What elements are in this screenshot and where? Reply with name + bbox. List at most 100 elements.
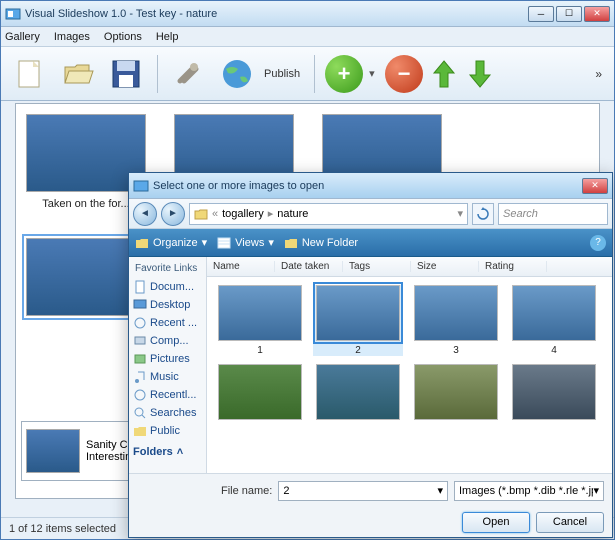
app-icon (5, 6, 21, 22)
window-controls: ─ ☐ ✕ (528, 6, 610, 22)
new-button[interactable] (9, 53, 51, 95)
add-button[interactable]: + (325, 55, 363, 93)
col-tags[interactable]: Tags (343, 261, 411, 272)
computer-icon (133, 334, 147, 348)
dialog-body: Favorite Links Docum... Desktop Recent .… (129, 257, 612, 473)
fav-public[interactable]: Public (133, 422, 202, 440)
toolbar-separator (314, 55, 315, 93)
remove-button[interactable]: − (385, 55, 423, 93)
dialog-title: Select one or more images to open (153, 180, 582, 192)
new-folder-button[interactable]: New Folder (284, 237, 358, 249)
refresh-button[interactable] (472, 203, 494, 225)
file-grid: 1 2 3 4 (207, 277, 612, 473)
maximize-button[interactable]: ☐ (556, 6, 582, 22)
search-placeholder: Search (503, 208, 538, 220)
pictures-icon (133, 352, 147, 366)
fav-pictures[interactable]: Pictures (133, 350, 202, 368)
dialog-nav: ◄ ► « togallery ▸ nature ▾ Search (129, 199, 612, 229)
status-text: 1 of 12 items selected (9, 523, 116, 535)
dialog-icon (133, 178, 149, 194)
folders-toggle[interactable]: Folders ˄ (133, 446, 202, 458)
dialog-toolbar: Organize ▾ Views ▾ New Folder ? (129, 229, 612, 257)
fav-desktop[interactable]: Desktop (133, 296, 202, 314)
fav-computer[interactable]: Comp... (133, 332, 202, 350)
dialog-action-row: Open Cancel (129, 507, 612, 537)
breadcrumb[interactable]: « togallery ▸ nature ▾ (189, 203, 468, 225)
chevron-down-icon[interactable]: ▾ (437, 484, 443, 497)
col-date[interactable]: Date taken (275, 261, 343, 272)
breadcrumb-segment[interactable]: togallery (222, 208, 264, 220)
chevron-down-icon: ▾ (202, 236, 208, 249)
add-dropdown[interactable]: ▾ (369, 67, 379, 80)
save-button[interactable] (105, 53, 147, 95)
file-item[interactable]: 1 (215, 285, 305, 356)
file-item[interactable]: 4 (509, 285, 599, 356)
file-item[interactable] (313, 364, 403, 424)
fav-recent[interactable]: Recent ... (133, 314, 202, 332)
help-button[interactable]: ? (590, 235, 606, 251)
file-item[interactable] (411, 364, 501, 424)
toolbar-overflow[interactable]: » (595, 67, 602, 81)
views-label: Views (235, 237, 264, 249)
breadcrumb-separator: « (212, 208, 218, 220)
organize-button[interactable]: Organize ▾ (135, 236, 207, 249)
fav-recently[interactable]: Recentl... (133, 386, 202, 404)
views-button[interactable]: Views ▾ (217, 236, 274, 249)
dialog-close-button[interactable]: ✕ (582, 178, 608, 194)
breadcrumb-separator: ▸ (268, 207, 274, 220)
chevron-down-icon: ▾ (593, 484, 599, 497)
cancel-button[interactable]: Cancel (536, 512, 604, 533)
file-thumbnail (316, 364, 400, 420)
settings-button[interactable] (168, 53, 210, 95)
folder-icon (133, 424, 147, 438)
views-icon (217, 237, 231, 249)
file-item[interactable] (509, 364, 599, 424)
breadcrumb-segment[interactable]: nature (277, 208, 308, 220)
filename-label: File name: (221, 485, 272, 497)
file-thumbnail (218, 364, 302, 420)
favorites-header: Favorite Links (133, 261, 202, 278)
col-name[interactable]: Name (207, 261, 275, 272)
preview-thumbnail (26, 429, 80, 473)
menu-options[interactable]: Options (104, 31, 142, 43)
nav-forward-button[interactable]: ► (161, 202, 185, 226)
menu-help[interactable]: Help (156, 31, 179, 43)
recent-icon (133, 316, 147, 330)
minimize-button[interactable]: ─ (528, 6, 554, 22)
move-down-button[interactable] (465, 55, 495, 93)
dialog-filename-row: File name: 2 ▾ Images (*.bmp *.dib *.rle… (129, 473, 612, 507)
file-label: 4 (509, 345, 599, 356)
main-titlebar: Visual Slideshow 1.0 - Test key - nature… (1, 1, 614, 27)
fav-documents[interactable]: Docum... (133, 278, 202, 296)
menu-gallery[interactable]: Gallery (5, 31, 40, 43)
fav-music[interactable]: Music (133, 368, 202, 386)
column-headers: Name Date taken Tags Size Rating (207, 257, 612, 277)
music-icon (133, 370, 147, 384)
chevron-down-icon: ▾ (268, 236, 274, 249)
organize-label: Organize (153, 237, 198, 249)
desktop-icon (133, 298, 147, 312)
open-button[interactable]: Open (462, 512, 530, 533)
file-type-filter[interactable]: Images (*.bmp *.dib *.rle *.jpg * ▾ (454, 481, 604, 501)
search-input[interactable]: Search (498, 203, 608, 225)
file-item[interactable] (215, 364, 305, 424)
col-size[interactable]: Size (411, 261, 479, 272)
filename-input[interactable]: 2 ▾ (278, 481, 448, 501)
breadcrumb-dropdown[interactable]: ▾ (457, 207, 463, 220)
preview-text: Sanity Ca Interestin (86, 439, 134, 463)
recent-icon (133, 388, 147, 402)
nav-back-button[interactable]: ◄ (133, 202, 157, 226)
dialog-titlebar: Select one or more images to open ✕ (129, 173, 612, 199)
fav-searches[interactable]: Searches (133, 404, 202, 422)
file-thumbnail (218, 285, 302, 341)
file-item[interactable]: 2 (313, 285, 403, 356)
publish-globe-button[interactable] (216, 53, 258, 95)
search-icon (133, 406, 147, 420)
col-rating[interactable]: Rating (479, 261, 547, 272)
move-up-button[interactable] (429, 55, 459, 93)
file-item[interactable]: 3 (411, 285, 501, 356)
close-button[interactable]: ✕ (584, 6, 610, 22)
chevron-up-icon: ˄ (177, 446, 183, 458)
open-button[interactable] (57, 53, 99, 95)
menu-images[interactable]: Images (54, 31, 90, 43)
